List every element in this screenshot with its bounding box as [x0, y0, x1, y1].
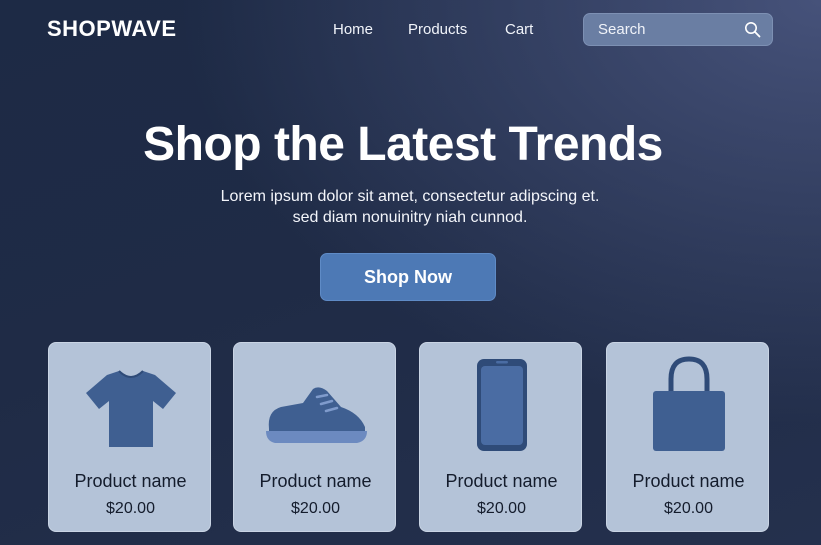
product-card[interactable]: Product name $20.00 [233, 342, 396, 532]
product-name: Product name [632, 471, 745, 491]
search-box[interactable] [583, 13, 773, 46]
search-icon[interactable] [744, 21, 761, 38]
product-image [420, 355, 583, 455]
hero-subtitle-line-2: sed diam nonuinitry niah cunnod. [292, 209, 528, 226]
tshirt-icon [85, 370, 176, 447]
sneaker-icon [265, 387, 367, 443]
smartphone-icon [476, 359, 527, 451]
hero-subtitle-line-1: Lorem ipsum dolor sit amet, consectetur … [220, 188, 600, 205]
product-image [607, 355, 770, 455]
product-card[interactable]: Product name $20.00 [606, 342, 769, 532]
nav-link-cart[interactable]: Cart [505, 21, 533, 38]
product-image [234, 355, 397, 455]
shop-now-button[interactable]: Shop Now [320, 253, 496, 301]
tote-bag-icon [652, 356, 725, 451]
product-name: Product name [259, 471, 372, 491]
nav-link-home[interactable]: Home [333, 21, 373, 38]
product-name: Product name [74, 471, 187, 491]
product-price: $20.00 [477, 500, 526, 517]
top-nav: SHOPWAVE Home Products Cart [0, 0, 821, 60]
product-card[interactable]: Product name $20.00 [419, 342, 582, 532]
hero-subtitle: Lorem ipsum dolor sit amet, consectetur … [0, 186, 820, 228]
product-price: $20.00 [106, 500, 155, 517]
search-input[interactable] [598, 14, 738, 45]
product-price: $20.00 [664, 500, 713, 517]
product-card[interactable]: Product name $20.00 [48, 342, 211, 532]
product-price: $20.00 [291, 500, 340, 517]
nav-link-products[interactable]: Products [408, 21, 467, 38]
hero-title: Shop the Latest Trends [143, 118, 663, 171]
brand-logo[interactable]: SHOPWAVE [47, 16, 177, 42]
product-image [49, 355, 212, 455]
product-name: Product name [445, 471, 558, 491]
